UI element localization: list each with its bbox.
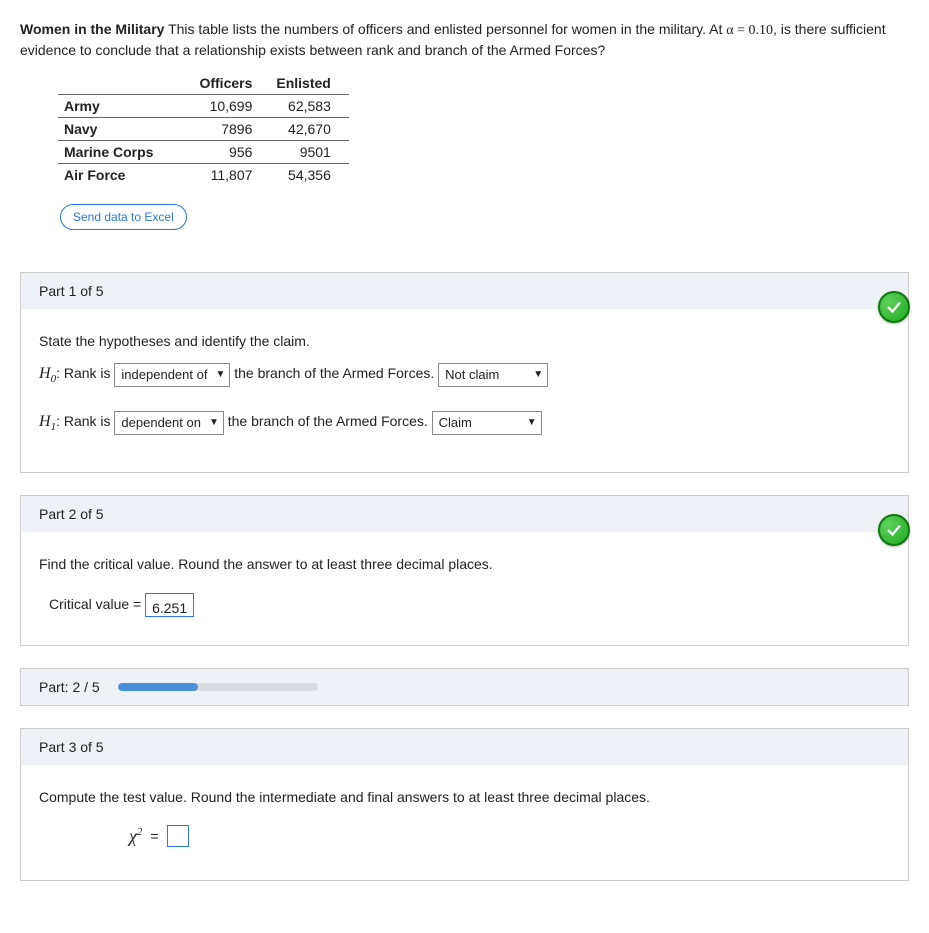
table-row: Marine Corps 956 9501	[58, 141, 349, 164]
h1-claim-select[interactable]: Claim ▼	[432, 411, 542, 435]
col-header-officers: Officers	[193, 72, 270, 95]
progress-bar	[118, 683, 318, 691]
chi-square-symbol: χ2	[129, 820, 142, 852]
h1-line: H1: Rank is dependent on ▼ the branch of…	[39, 408, 890, 438]
part2-instruction: Find the critical value. Round the answe…	[39, 552, 890, 577]
table-row: Air Force 11,807 54,356	[58, 164, 349, 187]
critical-value-label: Critical value =	[49, 596, 145, 612]
h0-relation-select[interactable]: independent of ▼	[114, 363, 230, 387]
correct-check-icon	[878, 291, 910, 323]
chevron-down-icon: ▼	[215, 366, 225, 384]
progress-fill	[118, 683, 198, 691]
progress-label: Part: 2 / 5	[39, 679, 100, 695]
chevron-down-icon: ▼	[209, 414, 219, 432]
h0-line: H0: Rank is independent of ▼ the branch …	[39, 360, 890, 390]
progress-section: Part: 2 / 5	[20, 668, 909, 706]
part-2: Part 2 of 5 Find the critical value. Rou…	[20, 495, 909, 645]
part1-instruction: State the hypotheses and identify the cl…	[39, 329, 890, 354]
prompt-text-1: This table lists the numbers of officers…	[164, 21, 726, 37]
chi-square-input[interactable]	[167, 825, 189, 847]
part-3: Part 3 of 5 Compute the test value. Roun…	[20, 728, 909, 882]
col-header-enlisted: Enlisted	[270, 72, 348, 95]
chevron-down-icon: ▼	[533, 366, 543, 384]
data-table: Officers Enlisted Army 10,699 62,583 Nav…	[58, 72, 349, 186]
alpha-value: α = 0.10	[726, 23, 773, 38]
part-header: Part 2 of 5	[21, 496, 908, 532]
part-header: Part 3 of 5	[21, 729, 908, 765]
part-header: Part 1 of 5	[21, 273, 908, 309]
chevron-down-icon: ▼	[527, 414, 537, 432]
question-prompt: Women in the Military This table lists t…	[20, 20, 909, 60]
table-row: Navy 7896 42,670	[58, 118, 349, 141]
send-to-excel-button[interactable]: Send data to Excel	[60, 204, 187, 230]
table-row: Army 10,699 62,583	[58, 95, 349, 118]
critical-value-input[interactable]: 6.251	[145, 593, 194, 617]
h0-claim-select[interactable]: Not claim ▼	[438, 363, 548, 387]
prompt-title: Women in the Military	[20, 21, 164, 37]
part-1: Part 1 of 5 State the hypotheses and ide…	[20, 272, 909, 473]
part3-instruction: Compute the test value. Round the interm…	[39, 785, 890, 810]
h1-relation-select[interactable]: dependent on ▼	[114, 411, 223, 435]
